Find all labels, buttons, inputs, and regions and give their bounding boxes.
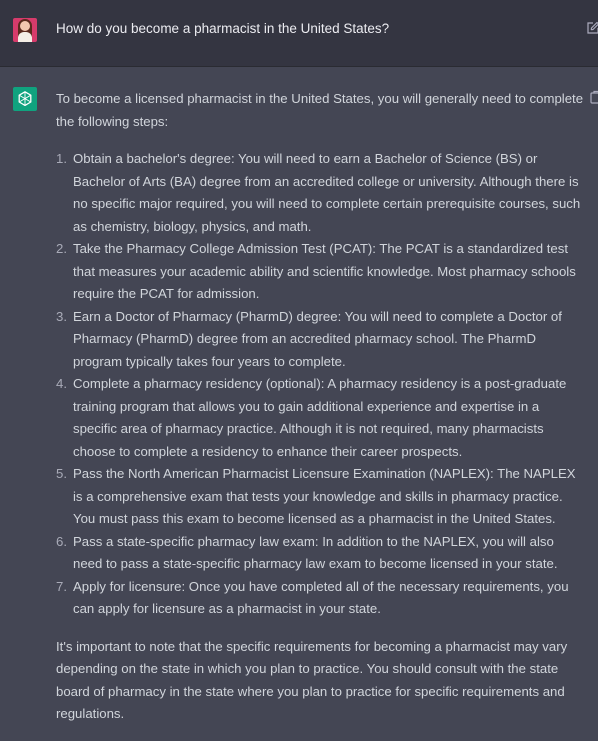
list-item: 5. Pass the North American Pharmacist Lic… [56,463,584,531]
list-item: 2. Take the Pharmacy College Admission Te… [56,238,584,306]
list-item-text: Pass the North American Pharmacist Licen… [73,466,576,526]
list-item: 1. Obtain a bachelor's degree: You will n… [56,148,584,238]
list-item-text: Complete a pharmacy residency (optional)… [73,376,567,459]
list-number: 4. [56,376,67,391]
user-message: How do you become a pharmacist in the Un… [0,0,598,67]
list-item: 6. Pass a state-specific pharmacy law exa… [56,531,584,576]
list-item: 4. Complete a pharmacy residency (optiona… [56,373,584,463]
list-item: 3. Earn a Doctor of Pharmacy (PharmD) deg… [56,306,584,374]
list-number: 2. [56,241,67,256]
list-item-text: Pass a state-specific pharmacy law exam:… [73,533,558,572]
edit-icon[interactable] [586,21,598,35]
list-item-text: Take the Pharmacy College Admission Test… [73,241,576,301]
assistant-closing: It's important to note that the specific… [56,638,568,722]
assistant-message: To become a licensed pharmacist in the U… [56,88,584,726]
user-message-text: How do you become a pharmacist in the Un… [56,21,390,36]
user-avatar-icon [13,18,37,42]
assistant-intro: To become a licensed pharmacist in the U… [56,91,584,129]
list-item-text: Apply for licensure: Once you have compl… [73,578,569,617]
list-number: 7. [56,578,67,594]
list-item-text: Earn a Doctor of Pharmacy (PharmD) degre… [73,308,562,369]
copy-icon[interactable] [589,90,598,104]
list-item: 7. Apply for licensure: Once you have com… [56,576,584,621]
list-number: 6. [56,533,67,549]
chatgpt-logo-icon [13,87,37,111]
list-number: 5. [56,466,67,481]
list-number: 1. [56,151,67,166]
list-item-text: Obtain a bachelor's degree: You will nee… [73,151,581,234]
steps-list: 1. Obtain a bachelor's degree: You will n… [56,148,584,621]
list-number: 3. [56,308,67,324]
